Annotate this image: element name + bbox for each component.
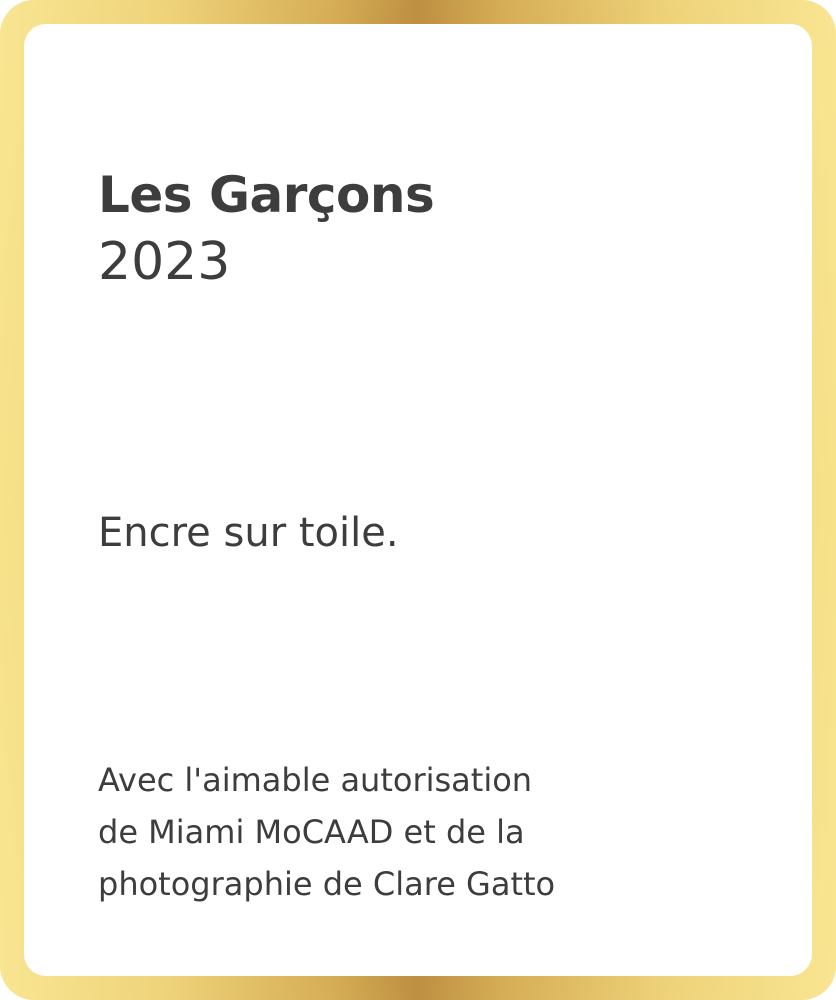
credit-line: Avec l'aimable autorisation xyxy=(98,761,533,799)
artwork-title: Les Garçons xyxy=(98,166,435,224)
credit-line: de Miami MoCAAD et de la xyxy=(98,813,525,851)
artwork-year: 2023 xyxy=(98,232,231,292)
artwork-label-card: Les Garçons 2023 Encre sur toile. Avec l… xyxy=(24,24,812,976)
artwork-credit: Avec l'aimable autorisation de Miami MoC… xyxy=(98,754,555,910)
credit-line: photographie de Clare Gatto xyxy=(98,865,556,903)
artwork-medium: Encre sur toile. xyxy=(98,510,399,556)
